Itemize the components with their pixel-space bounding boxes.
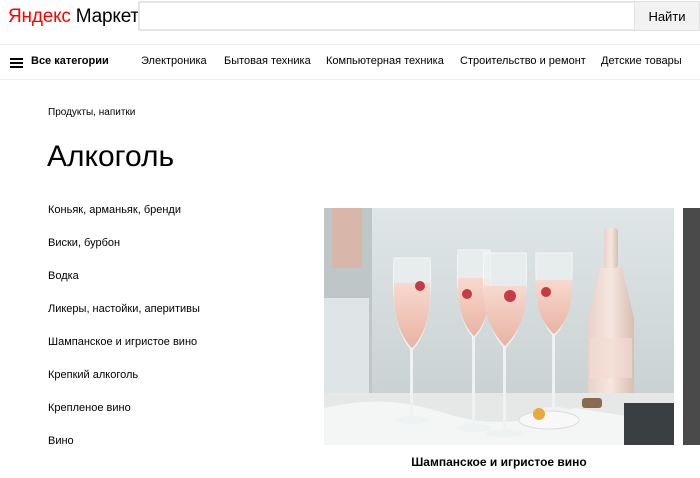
search-box bbox=[138, 1, 700, 31]
nav-item-electronics[interactable]: Электроника bbox=[141, 55, 207, 67]
nav-item-computers[interactable]: Компьютерная техника bbox=[326, 55, 444, 67]
category-link-cognac[interactable]: Коньяк, арманьяк, бренди bbox=[48, 204, 200, 237]
champagne-banner-image[interactable] bbox=[324, 208, 674, 445]
next-banner-preview[interactable] bbox=[683, 208, 700, 445]
search-button[interactable]: Найти bbox=[634, 1, 700, 31]
nav-item-construction[interactable]: Строительство и ремонт bbox=[460, 55, 586, 67]
nav-item-appliances[interactable]: Бытовая техника bbox=[224, 55, 311, 67]
header: Яндекс Маркет Найти bbox=[0, 0, 700, 34]
logo-market: Маркет bbox=[75, 6, 139, 27]
breadcrumb[interactable]: Продукты, напитки bbox=[48, 107, 135, 118]
yandex-market-logo[interactable]: Яндекс Маркет bbox=[8, 6, 139, 28]
category-link-champagne[interactable]: Шампанское и игристое вино bbox=[48, 336, 200, 369]
category-link-fortified-wine[interactable]: Крепленое вино bbox=[48, 402, 200, 435]
category-link-strong[interactable]: Крепкий алкоголь bbox=[48, 369, 200, 402]
category-nav: Все категории Электроника Бытовая техник… bbox=[0, 44, 700, 80]
category-list: Коньяк, арманьяк, бренди Виски, бурбон В… bbox=[48, 204, 200, 468]
all-categories-button[interactable]: Все категории bbox=[31, 55, 109, 67]
logo-yandex: Яндекс bbox=[8, 6, 71, 27]
search-input[interactable] bbox=[140, 3, 700, 29]
banner-caption[interactable]: Шампанское и игристое вино bbox=[324, 455, 674, 469]
nav-item-kids[interactable]: Детские товары bbox=[601, 55, 682, 67]
category-link-vodka[interactable]: Водка bbox=[48, 270, 200, 303]
champagne-glasses-illustration bbox=[324, 208, 674, 445]
page-title: Алкоголь bbox=[47, 140, 175, 173]
category-link-liqueurs[interactable]: Ликеры, настойки, аперитивы bbox=[48, 303, 200, 336]
category-link-whisky[interactable]: Виски, бурбон bbox=[48, 237, 200, 270]
menu-icon[interactable] bbox=[10, 58, 23, 68]
category-link-wine[interactable]: Вино bbox=[48, 435, 200, 468]
